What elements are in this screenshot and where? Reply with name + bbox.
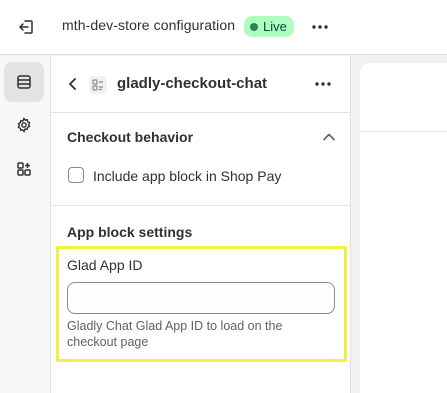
- glad-app-id-label: Glad App ID: [67, 257, 143, 273]
- store-title: mth-dev-store configuration: [62, 17, 236, 33]
- preview-canvas: [360, 63, 447, 393]
- shop-pay-checkbox[interactable]: [68, 167, 84, 183]
- exit-icon: [19, 20, 33, 34]
- status-dot-icon: [250, 22, 258, 31]
- app-block-icon: [89, 76, 107, 94]
- exit-button[interactable]: [14, 16, 38, 38]
- glad-app-id-input[interactable]: [67, 282, 335, 314]
- checkout-behavior-section: Checkout behavior: [51, 113, 351, 206]
- gear-icon: [17, 117, 31, 133]
- section-heading-checkout-behavior: Checkout behavior: [67, 129, 194, 145]
- sections-icon: [17, 75, 31, 89]
- status-badge-label: Live: [263, 19, 287, 34]
- section-heading-app-block-settings: App block settings: [67, 224, 193, 240]
- more-horizontal-icon: [312, 25, 328, 29]
- glad-app-id-help-text: Gladly Chat Glad App ID to load on the c…: [67, 319, 283, 349]
- rail-item-sections[interactable]: [4, 62, 44, 102]
- more-horizontal-icon: [315, 82, 331, 86]
- chevron-up-icon: [323, 133, 335, 141]
- top-bar: mth-dev-store configuration Live: [0, 0, 447, 55]
- panel-title: gladly-checkout-chat: [117, 75, 268, 92]
- panel-more-button[interactable]: [311, 72, 335, 96]
- shop-pay-checkbox-label: Include app block in Shop Pay: [93, 168, 282, 184]
- side-rail: [0, 56, 51, 393]
- collapse-section-button[interactable]: [319, 129, 339, 145]
- rail-item-apps[interactable]: [4, 149, 44, 189]
- back-button[interactable]: [63, 74, 83, 94]
- preview-divider: [360, 131, 447, 132]
- status-badge: Live: [244, 16, 294, 37]
- chevron-left-icon: [69, 78, 76, 90]
- rail-item-settings[interactable]: [4, 105, 44, 145]
- apps-icon: [17, 162, 31, 176]
- more-actions-button[interactable]: [308, 15, 332, 39]
- panel-header: gladly-checkout-chat: [51, 56, 351, 113]
